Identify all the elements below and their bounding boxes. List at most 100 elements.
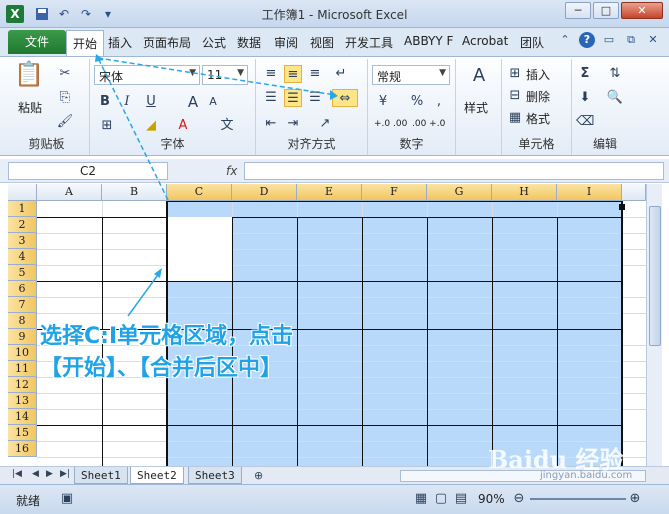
- sheet-tab-3[interactable]: Sheet3: [188, 467, 242, 484]
- autosum-icon[interactable]: Σ: [576, 65, 594, 83]
- font-size-select[interactable]: 11 ▼: [202, 65, 248, 85]
- merge-and-center-button[interactable]: ⇔: [332, 89, 358, 107]
- sheet-tab-2[interactable]: Sheet2: [130, 467, 184, 484]
- next-sheet-icon[interactable]: ▶: [46, 469, 53, 479]
- fx-icon[interactable]: fx: [226, 164, 237, 178]
- row-header-3[interactable]: 3: [8, 233, 37, 249]
- first-sheet-icon[interactable]: |◀: [12, 469, 22, 479]
- row-header-6[interactable]: 6: [8, 281, 37, 297]
- orientation-icon[interactable]: ↗: [316, 115, 334, 133]
- row-header-4[interactable]: 4: [8, 249, 37, 265]
- tab-developer[interactable]: 开发工具: [345, 34, 393, 51]
- delete-cells-button[interactable]: 删除: [526, 88, 550, 105]
- row-header-1[interactable]: 1: [8, 201, 37, 217]
- copy-icon[interactable]: ⎘: [56, 89, 74, 107]
- col-header-c[interactable]: C: [167, 184, 232, 201]
- shrink-font-icon[interactable]: A: [204, 93, 222, 111]
- delete-cells-icon[interactable]: ⊟: [506, 87, 524, 105]
- insert-sheet-icon[interactable]: ⊕: [254, 469, 263, 482]
- fill-color-icon[interactable]: ◢: [142, 117, 160, 135]
- col-header-e[interactable]: E: [297, 184, 362, 201]
- align-bottom-icon[interactable]: ≡: [306, 65, 324, 83]
- tab-review[interactable]: 审阅: [274, 34, 298, 51]
- page-layout-view-icon[interactable]: ▢: [432, 490, 450, 508]
- minimize-button[interactable]: ─: [565, 2, 591, 19]
- page-break-view-icon[interactable]: ▤: [452, 490, 470, 508]
- row-header-10[interactable]: 10: [8, 345, 37, 361]
- percent-button[interactable]: %: [408, 93, 426, 111]
- vertical-scrollbar[interactable]: [646, 184, 662, 466]
- fill-handle[interactable]: [619, 204, 625, 210]
- zoom-level[interactable]: 90%: [478, 492, 505, 506]
- align-center-icon[interactable]: ☰: [284, 89, 302, 107]
- font-name-select[interactable]: 宋体 ▼: [94, 65, 200, 85]
- tab-acrobat[interactable]: Acrobat: [462, 34, 508, 48]
- currency-icon[interactable]: ¥: [374, 93, 392, 111]
- col-header-a[interactable]: A: [37, 184, 102, 201]
- decrease-decimal-button[interactable]: .00 +.0: [412, 119, 445, 129]
- sort-filter-icon[interactable]: ⇅: [606, 65, 624, 83]
- zoom-out-icon[interactable]: ⊖: [510, 490, 528, 508]
- last-sheet-icon[interactable]: ▶|: [60, 469, 70, 479]
- vertical-scroll-thumb[interactable]: [649, 206, 661, 346]
- name-box[interactable]: C2: [8, 162, 168, 180]
- paste-icon[interactable]: 📋: [14, 62, 44, 97]
- format-painter-icon[interactable]: 🖌: [56, 113, 74, 131]
- sheet-tab-1[interactable]: Sheet1: [74, 467, 128, 484]
- row-header-2[interactable]: 2: [8, 217, 37, 233]
- fill-icon[interactable]: ⬇: [576, 89, 594, 107]
- tab-formulas[interactable]: 公式: [202, 34, 226, 51]
- doc-restore-icon[interactable]: ⧉: [623, 32, 639, 48]
- cut-icon[interactable]: ✂: [56, 65, 74, 83]
- clear-icon[interactable]: ⌫: [576, 113, 594, 131]
- close-button[interactable]: ✕: [621, 2, 663, 19]
- align-top-icon[interactable]: ≡: [262, 65, 280, 83]
- paste-button[interactable]: 粘贴: [18, 99, 42, 116]
- comma-button[interactable]: ,: [430, 93, 448, 111]
- row-header-5[interactable]: 5: [8, 265, 37, 281]
- row-header-15[interactable]: 15: [8, 425, 37, 441]
- row-header-13[interactable]: 13: [8, 393, 37, 409]
- doc-minimize-icon[interactable]: ▭: [601, 32, 617, 48]
- underline-button[interactable]: U: [142, 93, 160, 111]
- phonetic-icon[interactable]: 文: [218, 117, 236, 135]
- row-header-11[interactable]: 11: [8, 361, 37, 377]
- tab-team[interactable]: 团队: [520, 34, 544, 51]
- formula-input[interactable]: [244, 162, 664, 180]
- tab-file[interactable]: 文件: [8, 30, 66, 54]
- decrease-indent-icon[interactable]: ⇤: [262, 115, 280, 133]
- row-header-12[interactable]: 12: [8, 377, 37, 393]
- styles-icon[interactable]: A: [468, 67, 490, 91]
- format-cells-button[interactable]: 格式: [526, 110, 550, 127]
- col-header-f[interactable]: F: [362, 184, 427, 201]
- tab-abbyy[interactable]: ABBYY F: [404, 34, 453, 48]
- col-header-h[interactable]: H: [492, 184, 557, 201]
- format-cells-icon[interactable]: ▦: [506, 109, 524, 127]
- row-header-16[interactable]: 16: [8, 441, 37, 457]
- number-format-select[interactable]: 常规 ▼: [372, 65, 450, 85]
- italic-button[interactable]: I: [118, 93, 136, 111]
- help-icon[interactable]: ?: [579, 32, 595, 48]
- doc-close-icon[interactable]: ✕: [645, 32, 661, 48]
- normal-view-icon[interactable]: ▦: [412, 490, 430, 508]
- row-header-9[interactable]: 9: [8, 329, 37, 345]
- find-select-icon[interactable]: 🔍: [606, 89, 624, 107]
- increase-decimal-button[interactable]: +.0 .00: [374, 119, 407, 129]
- increase-indent-icon[interactable]: ⇥: [284, 115, 302, 133]
- active-cell-c2[interactable]: [168, 217, 232, 281]
- font-color-icon[interactable]: A: [174, 117, 192, 135]
- tab-data[interactable]: 数据: [237, 34, 261, 51]
- macro-record-icon[interactable]: ▣: [58, 490, 76, 508]
- row-header-7[interactable]: 7: [8, 297, 37, 313]
- tab-insert[interactable]: 插入: [108, 34, 132, 51]
- col-header-i[interactable]: I: [557, 184, 622, 201]
- tab-view[interactable]: 视图: [310, 34, 334, 51]
- tab-home[interactable]: 开始: [66, 30, 105, 56]
- select-all-corner[interactable]: [8, 184, 37, 201]
- minimize-ribbon-icon[interactable]: ⌃: [557, 32, 573, 48]
- col-header-g[interactable]: G: [427, 184, 492, 201]
- grow-font-icon[interactable]: A: [184, 93, 202, 111]
- borders-icon[interactable]: ⊞: [98, 117, 116, 135]
- insert-cells-icon[interactable]: ⊞: [506, 65, 524, 83]
- prev-sheet-icon[interactable]: ◀: [32, 469, 39, 479]
